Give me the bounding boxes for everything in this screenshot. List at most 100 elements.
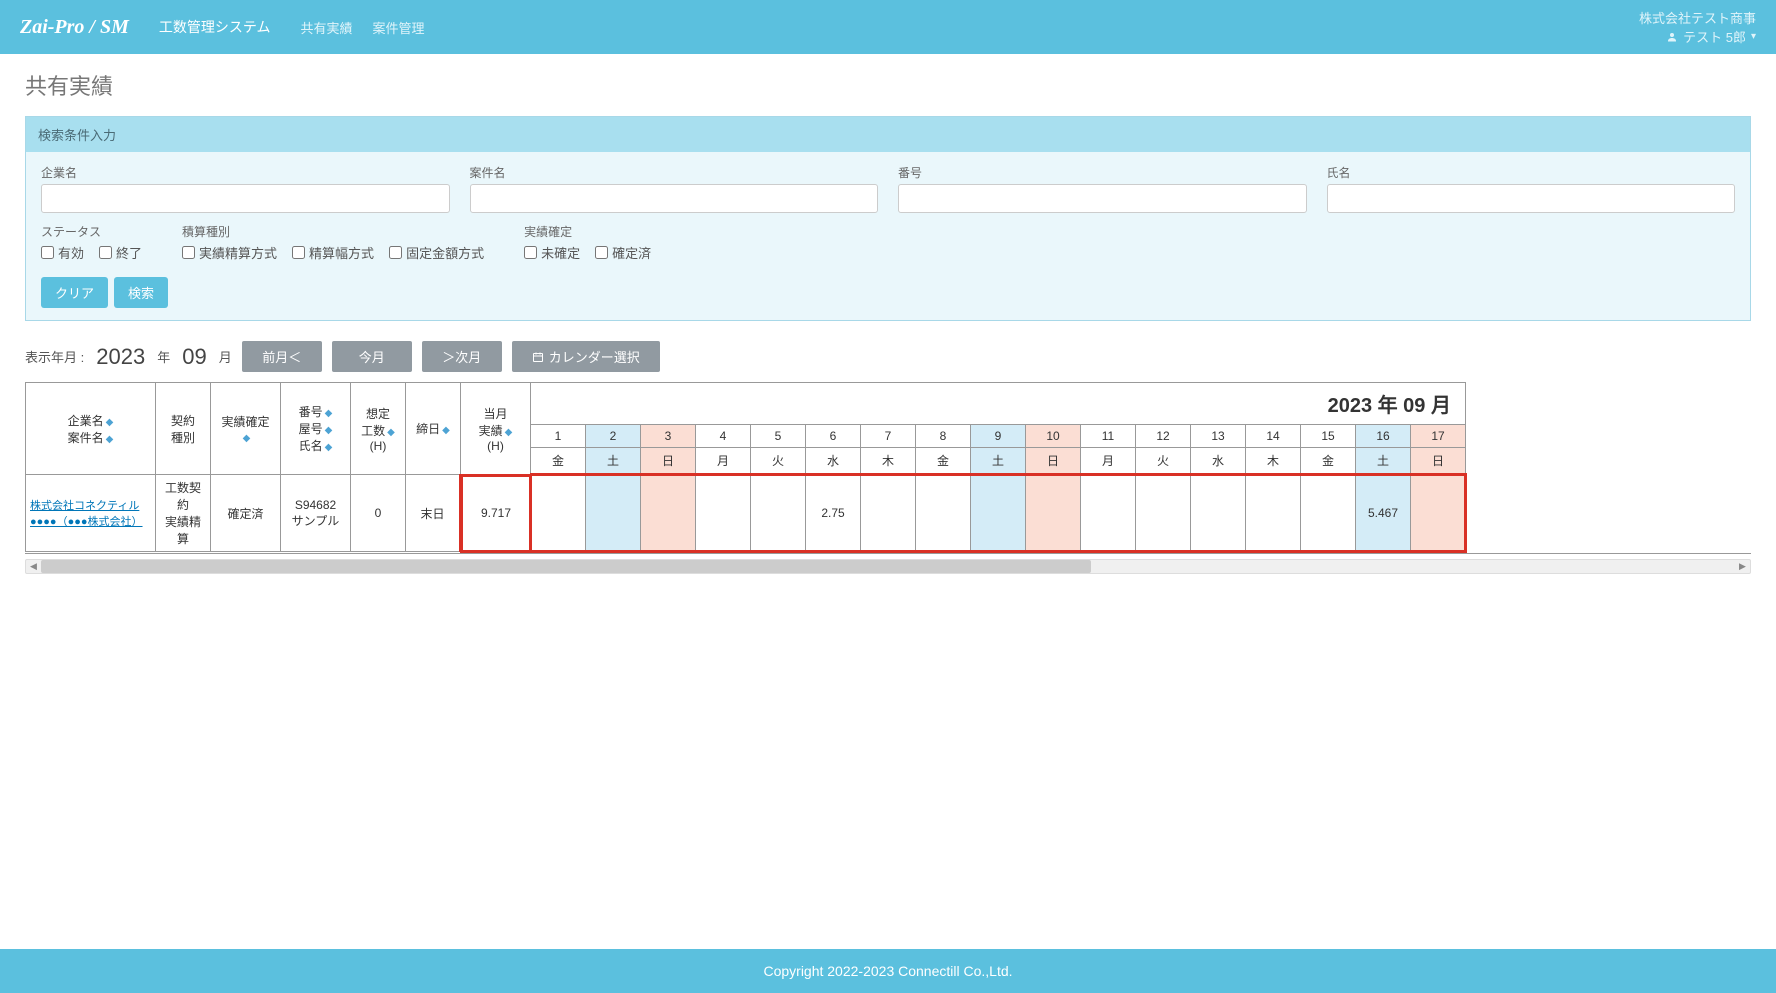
th-day-num: 15 bbox=[1301, 425, 1356, 448]
th-month-result[interactable]: 当月 実績◆ (H) bbox=[461, 383, 531, 475]
caret-down-icon: ▾ bbox=[1751, 31, 1756, 42]
checkbox-ended[interactable]: 終了 bbox=[99, 243, 142, 262]
th-day-dow: 月 bbox=[1081, 448, 1136, 475]
cell-deadline: 末日 bbox=[406, 475, 461, 552]
cell-day-value[interactable] bbox=[1191, 475, 1246, 552]
nav-cases-link[interactable]: 案件管理 bbox=[373, 18, 425, 37]
calc-group-label: 積算種別 bbox=[182, 223, 484, 240]
sort-icon[interactable]: ◆ bbox=[325, 425, 333, 436]
cell-day-value[interactable] bbox=[1246, 475, 1301, 552]
th-day-num: 7 bbox=[861, 425, 916, 448]
user-icon bbox=[1666, 31, 1678, 43]
sort-icon[interactable]: ◆ bbox=[325, 408, 333, 419]
checkbox-unconfirmed[interactable]: 未確定 bbox=[524, 243, 580, 262]
cell-day-value[interactable] bbox=[751, 475, 806, 552]
th-company-case[interactable]: 企業名◆ 案件名◆ bbox=[26, 383, 156, 475]
company-input[interactable] bbox=[41, 184, 450, 213]
th-day-num: 8 bbox=[916, 425, 971, 448]
th-confirm[interactable]: 実績確定◆ bbox=[211, 383, 281, 475]
scrollbar-thumb[interactable] bbox=[41, 560, 1091, 573]
this-month-button[interactable]: 今月 bbox=[332, 341, 412, 372]
cell-day-value[interactable]: 2.75 bbox=[806, 475, 861, 552]
horizontal-scrollbar[interactable]: ◀ ▶ bbox=[25, 559, 1751, 574]
cell-day-value[interactable] bbox=[1411, 475, 1466, 552]
confirm-group-label: 実績確定 bbox=[524, 223, 651, 240]
name-input[interactable] bbox=[1327, 184, 1736, 213]
sort-icon[interactable]: ◆ bbox=[243, 433, 251, 444]
th-day-num: 2 bbox=[586, 425, 641, 448]
results-table-wrap: 企業名◆ 案件名◆ 契約 種別 実績確定◆ 番号◆ 屋号◆ 氏名◆ bbox=[25, 382, 1751, 554]
company-label: 企業名 bbox=[41, 164, 450, 181]
calendar-select-button[interactable]: カレンダー選択 bbox=[512, 341, 660, 372]
sort-icon[interactable]: ◆ bbox=[106, 434, 114, 445]
th-month-header: 2023 年 09 月 bbox=[531, 383, 1466, 425]
table-row: 株式会社コネクティル●●●●（●●●株式会社）工数契約実績精算確定済S94682… bbox=[26, 475, 1466, 552]
th-day-dow: 日 bbox=[641, 448, 696, 475]
user-name: テスト 5郎 bbox=[1683, 27, 1746, 46]
number-label: 番号 bbox=[898, 164, 1307, 181]
cell-day-value[interactable]: 5.467 bbox=[1356, 475, 1411, 552]
th-day-dow: 月 bbox=[696, 448, 751, 475]
th-day-num: 6 bbox=[806, 425, 861, 448]
checkbox-actual[interactable]: 実績精算方式 bbox=[182, 243, 277, 262]
th-day-dow: 水 bbox=[1191, 448, 1246, 475]
th-day-dow: 木 bbox=[861, 448, 916, 475]
th-deadline[interactable]: 締日◆ bbox=[406, 383, 461, 475]
case-input[interactable] bbox=[470, 184, 879, 213]
cell-day-value[interactable] bbox=[1026, 475, 1081, 552]
th-est[interactable]: 想定 工数◆ (H) bbox=[351, 383, 406, 475]
cell-day-value[interactable] bbox=[641, 475, 696, 552]
th-day-dow: 金 bbox=[1301, 448, 1356, 475]
prev-month-button[interactable]: 前月＜ bbox=[242, 341, 322, 372]
th-num-name[interactable]: 番号◆ 屋号◆ 氏名◆ bbox=[281, 383, 351, 475]
user-menu[interactable]: 株式会社テスト商事 テスト 5郎 ▾ bbox=[1639, 8, 1756, 46]
cell-company-case[interactable]: 株式会社コネクティル●●●●（●●●株式会社） bbox=[26, 475, 156, 552]
th-day-num: 16 bbox=[1356, 425, 1411, 448]
sort-icon[interactable]: ◆ bbox=[442, 425, 450, 436]
cell-day-value[interactable] bbox=[1301, 475, 1356, 552]
sort-icon[interactable]: ◆ bbox=[106, 417, 114, 428]
th-day-num: 3 bbox=[641, 425, 696, 448]
checkbox-valid[interactable]: 有効 bbox=[41, 243, 84, 262]
cell-day-value[interactable] bbox=[1136, 475, 1191, 552]
checkbox-confirmed[interactable]: 確定済 bbox=[595, 243, 651, 262]
th-day-dow: 土 bbox=[586, 448, 641, 475]
cell-day-value[interactable] bbox=[696, 475, 751, 552]
clear-button[interactable]: クリア bbox=[41, 277, 108, 308]
sort-icon[interactable]: ◆ bbox=[387, 427, 395, 438]
calendar-icon bbox=[532, 351, 544, 363]
sort-icon[interactable]: ◆ bbox=[505, 427, 513, 438]
cell-month-result: 9.717 bbox=[461, 475, 531, 552]
th-day-dow: 水 bbox=[806, 448, 861, 475]
results-table: 企業名◆ 案件名◆ 契約 種別 実績確定◆ 番号◆ 屋号◆ 氏名◆ bbox=[25, 382, 1467, 553]
cell-day-value[interactable] bbox=[586, 475, 641, 552]
cell-day-value[interactable] bbox=[916, 475, 971, 552]
sort-icon[interactable]: ◆ bbox=[325, 442, 333, 453]
th-day-dow: 土 bbox=[971, 448, 1026, 475]
search-button[interactable]: 検索 bbox=[114, 277, 168, 308]
cell-day-value[interactable] bbox=[861, 475, 916, 552]
name-label: 氏名 bbox=[1327, 164, 1736, 181]
number-input[interactable] bbox=[898, 184, 1307, 213]
system-name: 工数管理システム bbox=[159, 17, 271, 37]
th-day-num: 14 bbox=[1246, 425, 1301, 448]
cell-day-value[interactable] bbox=[1081, 475, 1136, 552]
checkbox-fixed[interactable]: 固定金額方式 bbox=[389, 243, 484, 262]
scroll-right-arrow[interactable]: ▶ bbox=[1735, 560, 1750, 573]
scroll-left-arrow[interactable]: ◀ bbox=[26, 560, 41, 573]
display-label: 表示年月 : bbox=[25, 347, 84, 366]
nav-shared-link[interactable]: 共有実績 bbox=[301, 18, 353, 37]
cell-day-value[interactable] bbox=[531, 475, 586, 552]
navbar: Zai-Pro / SM 工数管理システム 共有実績 案件管理 株式会社テスト商… bbox=[0, 0, 1776, 54]
th-day-num: 13 bbox=[1191, 425, 1246, 448]
copyright: Copyright 2022-2023 Connectill Co.,Ltd. bbox=[763, 963, 1012, 979]
next-month-button[interactable]: ＞次月 bbox=[422, 341, 502, 372]
checkbox-range[interactable]: 精算幅方式 bbox=[292, 243, 374, 262]
th-day-dow: 木 bbox=[1246, 448, 1301, 475]
th-day-num: 1 bbox=[531, 425, 586, 448]
th-contract: 契約 種別 bbox=[156, 383, 211, 475]
th-day-num: 17 bbox=[1411, 425, 1466, 448]
th-day-dow: 日 bbox=[1411, 448, 1466, 475]
search-panel-header: 検索条件入力 bbox=[26, 117, 1750, 152]
cell-day-value[interactable] bbox=[971, 475, 1026, 552]
